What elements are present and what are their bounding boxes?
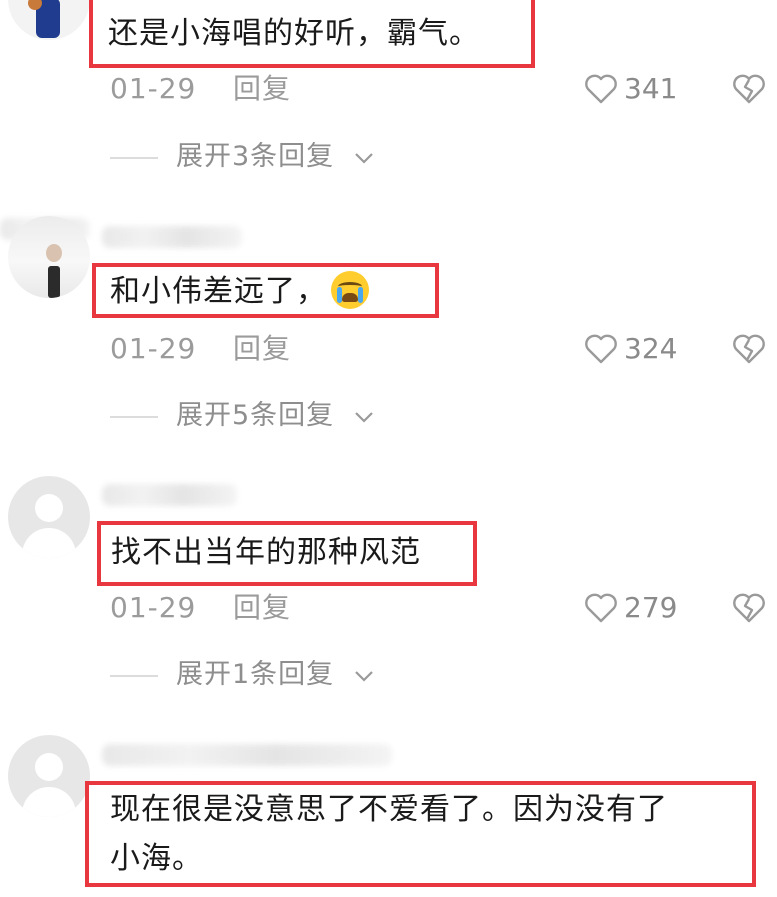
comment-date: 01-29: [110, 72, 197, 105]
chevron-down-icon[interactable]: [354, 410, 374, 424]
chevron-down-icon[interactable]: [354, 669, 374, 683]
like-count: 341: [624, 72, 678, 105]
expand-replies-button[interactable]: 展开3条回复: [176, 140, 334, 174]
comment-text: 和小伟差远了，: [110, 271, 369, 312]
avatar[interactable]: [8, 476, 90, 558]
comment-text: 找不出当年的那种风范: [111, 535, 421, 570]
comment-text-value: 和小伟差远了，: [110, 274, 327, 309]
broken-heart-icon[interactable]: [732, 332, 766, 366]
divider: [110, 675, 158, 677]
username[interactable]: [102, 226, 242, 248]
like-count: 279: [624, 591, 678, 624]
expand-replies-button[interactable]: 展开1条回复: [176, 658, 334, 692]
comment-date: 01-29: [110, 591, 197, 624]
expand-replies-button[interactable]: 展开5条回复: [176, 399, 334, 433]
username[interactable]: [102, 484, 237, 506]
divider: [110, 157, 158, 159]
comment-text: 还是小海唱的好听，霸气。: [108, 16, 480, 51]
username[interactable]: [102, 744, 392, 766]
chevron-down-icon[interactable]: [354, 151, 374, 165]
avatar[interactable]: [8, 735, 90, 817]
reply-button[interactable]: 回复: [233, 332, 291, 366]
reply-button[interactable]: 回复: [233, 591, 291, 625]
divider: [110, 416, 158, 418]
heart-outline-icon[interactable]: [584, 72, 618, 106]
reply-button[interactable]: 回复: [233, 72, 291, 106]
broken-heart-icon[interactable]: [732, 591, 766, 625]
broken-heart-icon[interactable]: [732, 72, 766, 106]
comment-date: 01-29: [110, 332, 197, 365]
heart-outline-icon[interactable]: [584, 332, 618, 366]
heart-outline-icon[interactable]: [584, 591, 618, 625]
avatar[interactable]: [8, 0, 90, 40]
like-count: 324: [624, 332, 678, 365]
crying-face-emoji: [331, 271, 369, 309]
comment-text: 现在很是没意思了不爱看了。因为没有了: [110, 792, 668, 827]
comment-text: 小海。: [110, 841, 203, 876]
avatar[interactable]: [8, 216, 90, 298]
